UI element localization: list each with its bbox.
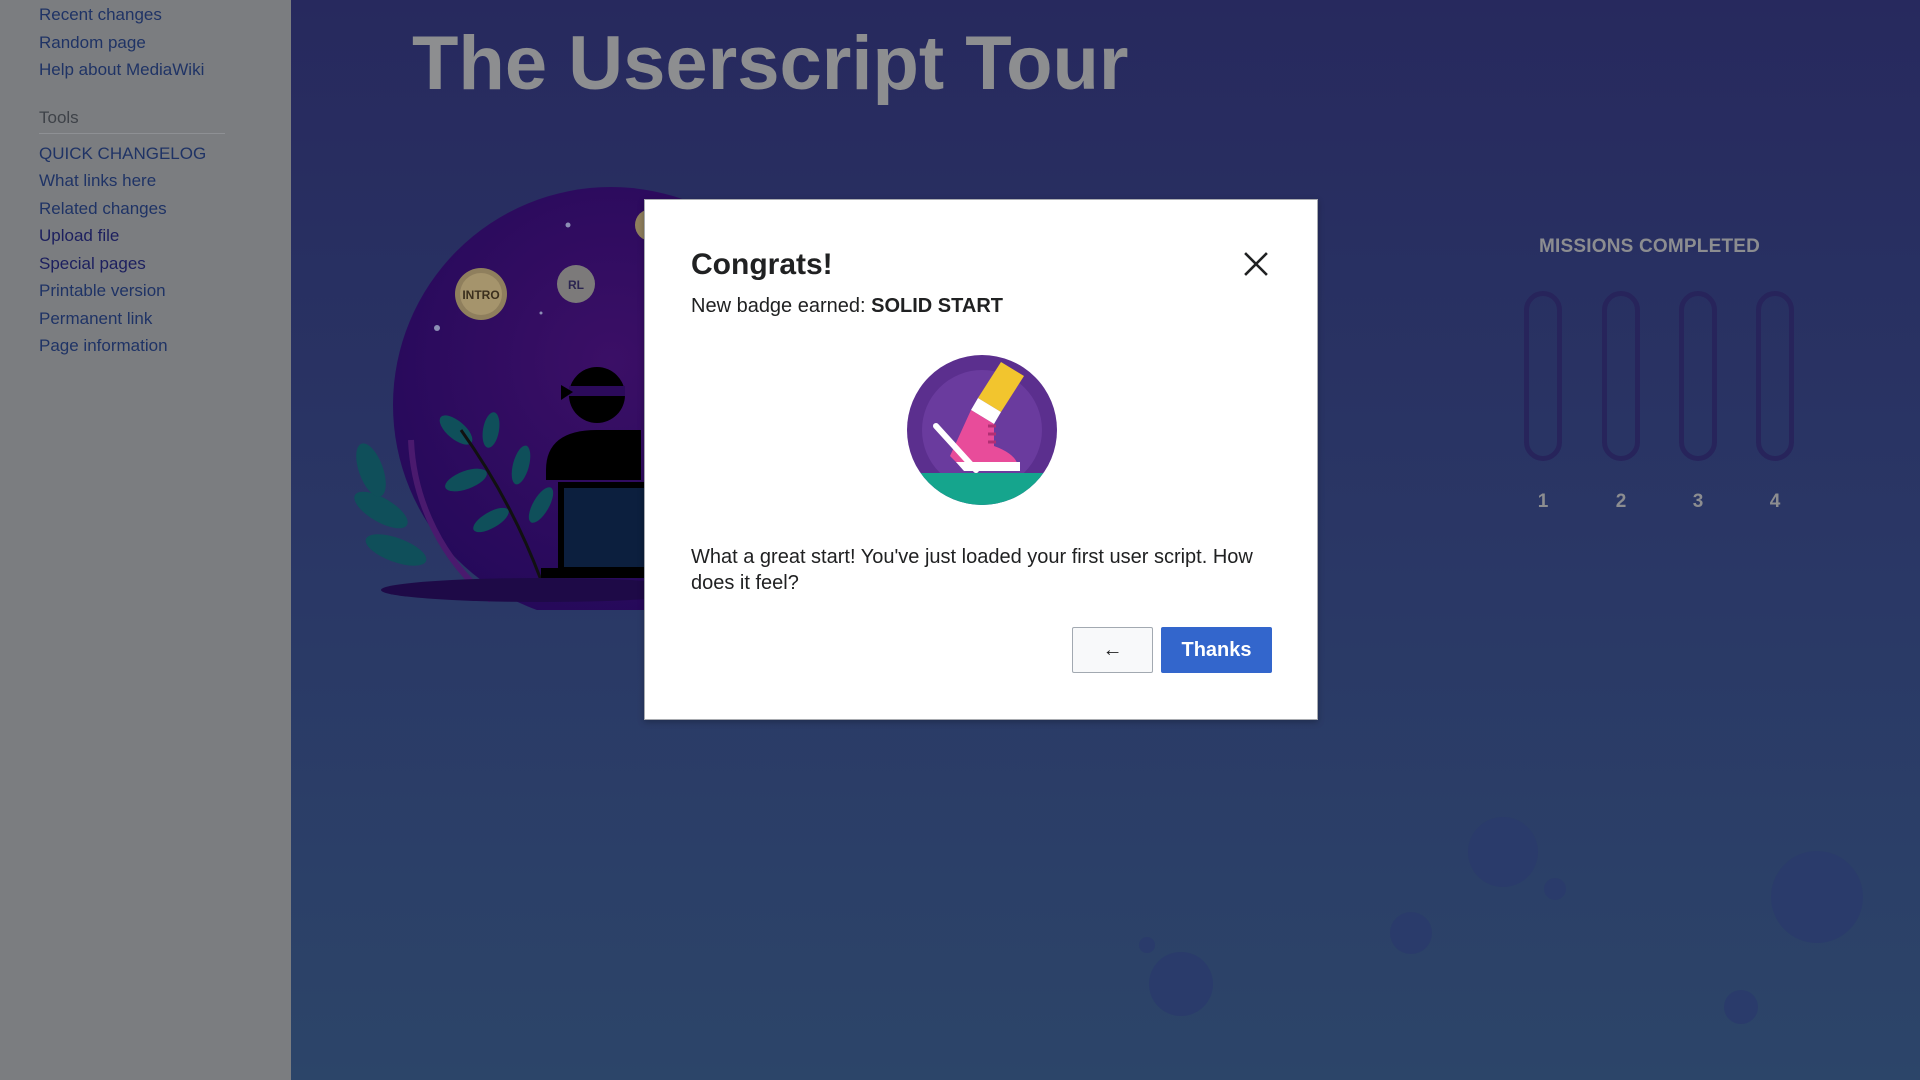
close-icon [1244,252,1268,276]
sidebar-link-permanent-link[interactable]: Permanent link [39,309,152,329]
mission-slot-4 [1756,291,1794,461]
decor-bubble [1149,952,1213,1016]
mission-number-4: 4 [1769,491,1781,512]
sidebar-link-upload-file[interactable]: Upload file [39,226,119,246]
sidebar-link-page-information[interactable]: Page information [39,336,168,356]
mission-number-1: 1 [1537,491,1549,512]
sidebar-link-random-page[interactable]: Random page [39,33,146,53]
tools-heading: Tools [39,108,79,127]
badge-earned-line: New badge earned: SOLID START [691,295,1003,318]
congrats-dialog: Congrats! New badge earned: SOLID START … [644,199,1318,720]
decor-bubble [1468,817,1538,887]
back-button[interactable]: ← [1072,627,1153,673]
mission-slot-1 [1524,291,1562,461]
missions-heading: MISSIONS COMPLETED [1539,236,1761,257]
sidebar-link-recent-changes[interactable]: Recent changes [39,5,162,25]
sidebar-link-quick-changelog[interactable]: QUICK CHANGELOG [39,144,206,164]
decor-bubble [1390,912,1432,954]
decor-bubble [1771,851,1863,943]
close-button[interactable] [1236,244,1276,284]
sidebar: Recent changes Random page Help about Me… [0,0,256,1080]
intro-token: INTRO [455,268,507,320]
dialog-message: What a great start! You've just loaded y… [691,546,1253,594]
rl-token: RL [557,265,595,303]
badge-prefix: New badge earned: [691,295,872,317]
sidebar-link-related-changes[interactable]: Related changes [39,199,167,219]
decor-bubble [1544,878,1566,900]
decor-bubble [1139,937,1155,953]
svg-text:INTRO: INTRO [462,288,499,302]
badge-name: SOLID START [871,295,1003,317]
mission-number-2: 2 [1615,491,1627,512]
svg-text:RL: RL [568,278,584,292]
sidebar-edge [255,0,291,1080]
page-title: The Userscript Tour [412,21,1129,106]
tools-divider [39,133,225,134]
dialog-title: Congrats! [691,248,833,281]
sidebar-link-help[interactable]: Help about MediaWiki [39,60,204,80]
sidebar-link-printable-version[interactable]: Printable version [39,281,166,301]
sidebar-link-what-links-here[interactable]: What links here [39,171,156,191]
mission-number-3: 3 [1692,491,1704,512]
thanks-button[interactable]: Thanks [1161,627,1272,673]
sneaker-badge-icon [907,355,1057,505]
sidebar-link-special-pages[interactable]: Special pages [39,254,146,274]
mission-slot-3 [1679,291,1717,461]
mission-slot-2 [1602,291,1640,461]
decor-bubble [1724,990,1758,1024]
